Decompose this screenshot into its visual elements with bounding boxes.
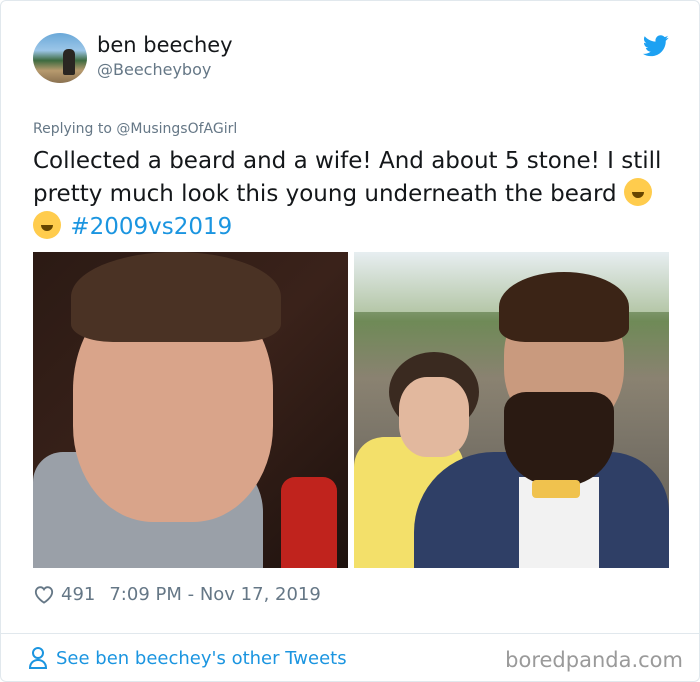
avatar[interactable] [33,33,87,83]
photo-hair [71,252,281,342]
hashtag-link[interactable]: #2009vs2019 [70,214,232,240]
photo-man-hair [499,272,629,342]
see-other-tweets-label[interactable]: See ben beechey's other Tweets [56,648,347,669]
tweet-timestamp[interactable]: 7:09 PM - Nov 17, 2019 [109,584,320,605]
user-handle[interactable]: @Beecheyboy [97,60,211,79]
tweet-body: Collected a beard and a wife! And about … [33,148,662,207]
watermark: boredpanda.com [505,648,683,672]
photo-2019[interactable] [354,252,669,568]
photo-bottle [281,477,337,568]
avatar-figure [63,49,75,75]
see-other-tweets-link[interactable]: See ben beechey's other Tweets [28,646,347,670]
photo-beard [504,392,614,487]
replying-to[interactable]: Replying to @MusingsOfAGirl [33,121,237,137]
tweet-stats: 491 7:09 PM - Nov 17, 2019 [33,582,321,606]
photo-woman-face [399,377,469,457]
like-count[interactable]: 491 [61,584,95,605]
rolling-laughing-emoji-icon [623,178,652,206]
photo-bow-tie [532,480,580,498]
tweet-card: ben beechey @Beecheyboy Replying to @Mus… [0,0,700,682]
user-name[interactable]: ben beechey [97,33,233,57]
heart-icon[interactable] [33,584,55,604]
tweet-text: Collected a beard and a wife! And about … [33,145,673,244]
twitter-bird-icon[interactable] [643,35,669,57]
divider [1,633,699,634]
person-icon [28,647,48,669]
rolling-laughing-emoji-icon [33,211,61,239]
photo-2009[interactable] [33,252,348,568]
